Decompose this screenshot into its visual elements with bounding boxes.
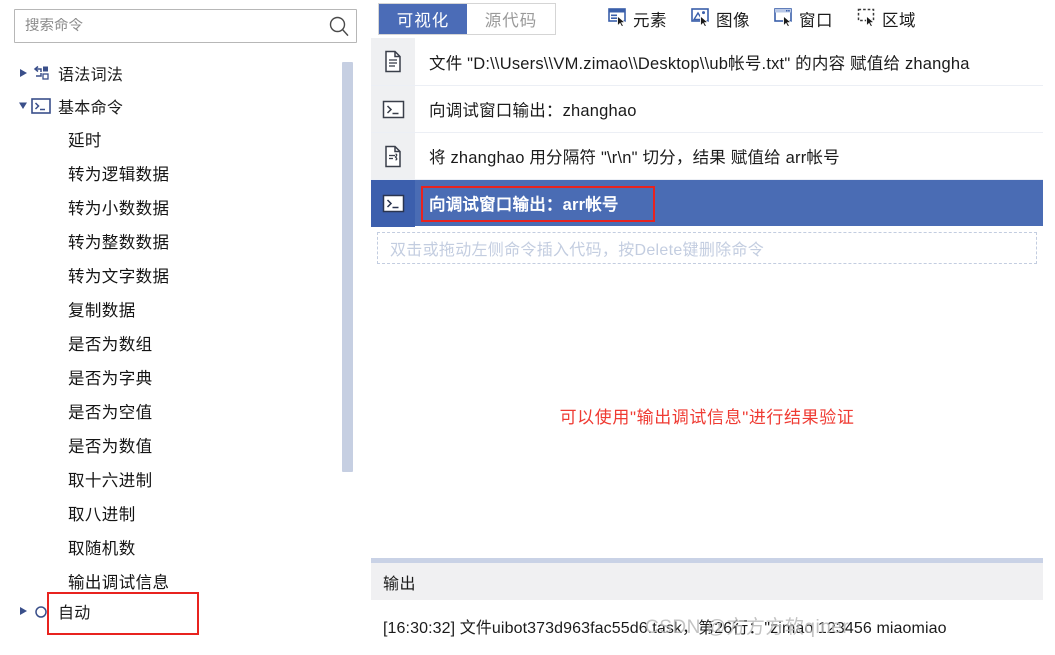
region-picker-icon bbox=[857, 7, 879, 32]
element-picker-icon bbox=[608, 7, 630, 32]
tool-window[interactable]: 窗口 bbox=[774, 7, 833, 32]
image-picker-icon bbox=[691, 7, 713, 32]
tree-item-output-debug-info[interactable]: 输出调试信息 bbox=[0, 564, 371, 598]
tree-item-label: 输出调试信息 bbox=[68, 574, 170, 592]
picker-tool-group: 元素 图像 窗口 区域 bbox=[608, 7, 916, 32]
tree-item-10[interactable]: 取十六进制 bbox=[0, 462, 371, 496]
tree-group-label: 基本命令 bbox=[58, 99, 124, 117]
tool-label: 元素 bbox=[633, 12, 667, 30]
search-box[interactable] bbox=[14, 9, 357, 43]
sidebar-scrollbar-thumb[interactable] bbox=[342, 62, 353, 472]
command-library-panel: 语法词法 基本命令 延时 bbox=[0, 0, 371, 655]
tree-item-11[interactable]: 取八进制 bbox=[0, 496, 371, 530]
console-icon bbox=[371, 85, 415, 133]
tree-item-label: 转为整数数据 bbox=[68, 234, 170, 252]
gear-icon bbox=[30, 603, 52, 619]
window-picker-icon bbox=[774, 7, 796, 32]
tool-region[interactable]: 区域 bbox=[857, 7, 916, 32]
tree-group-label: 语法词法 bbox=[58, 66, 124, 84]
app-root: 语法词法 基本命令 延时 bbox=[0, 0, 1055, 655]
annotation-text: 可以使用"输出调试信息"进行结果验证 bbox=[559, 408, 855, 427]
command-drop-zone[interactable]: 双击或拖动左侧命令插入代码，按Delete键删除命令 bbox=[377, 232, 1037, 264]
tree-item-label: 转为逻辑数据 bbox=[68, 166, 170, 184]
chevron-down-icon[interactable] bbox=[16, 101, 30, 110]
tree-group-grammar[interactable]: 语法词法 bbox=[0, 56, 371, 89]
output-panel-title: 输出 bbox=[383, 575, 417, 593]
command-row-text: 将 zhanghao 用分隔符 "\r\n" 切分，结果 赋值给 arr帐号 bbox=[429, 149, 840, 167]
chevron-right-icon[interactable] bbox=[16, 68, 30, 78]
tree-item-label: 是否为数组 bbox=[68, 336, 153, 354]
output-log-line: [16:30:32] 文件uibot373d963fac55d6.task，第2… bbox=[383, 620, 947, 637]
tool-label: 图像 bbox=[716, 12, 750, 30]
file-split-icon bbox=[371, 132, 415, 180]
editor-toolbar: 可视化 源代码 元素 图像 窗口 区域 bbox=[371, 0, 1043, 38]
command-tree[interactable]: 语法词法 基本命令 延时 转为逻辑数据 转为小数数据 转为整数数据 转为文字数据… bbox=[0, 56, 371, 655]
tool-label: 区域 bbox=[882, 12, 916, 30]
tree-item-label: 取八进制 bbox=[68, 506, 136, 524]
tree-group-basic-commands[interactable]: 基本命令 bbox=[0, 89, 371, 122]
tab-visual[interactable]: 可视化 bbox=[379, 4, 467, 34]
chevron-right-icon[interactable] bbox=[16, 606, 30, 616]
file-icon bbox=[371, 38, 415, 85]
tree-item-0[interactable]: 延时 bbox=[0, 122, 371, 156]
tree-item-label: 是否为数值 bbox=[68, 438, 153, 456]
command-row-3-selected[interactable]: 向调试窗口输出：arr帐号 bbox=[371, 179, 1043, 227]
tree-item-12[interactable]: 取随机数 bbox=[0, 530, 371, 564]
tree-item-label: 转为文字数据 bbox=[68, 268, 170, 286]
command-row-text: 向调试窗口输出：arr帐号 bbox=[429, 196, 619, 214]
tree-item-4[interactable]: 转为文字数据 bbox=[0, 258, 371, 292]
tool-label: 窗口 bbox=[799, 12, 833, 30]
command-list[interactable]: 文件 "D:\\Users\\VM.zimao\\Desktop\\ub帐号.t… bbox=[371, 38, 1043, 558]
command-row-0[interactable]: 文件 "D:\\Users\\VM.zimao\\Desktop\\ub帐号.t… bbox=[371, 38, 1043, 85]
tree-item-label: 取随机数 bbox=[68, 540, 136, 558]
search-icon[interactable] bbox=[322, 9, 356, 43]
command-row-text: 向调试窗口输出：zhanghao bbox=[429, 102, 637, 120]
tree-item-label: 是否为字典 bbox=[68, 370, 153, 388]
tree-item-8[interactable]: 是否为空值 bbox=[0, 394, 371, 428]
tree-item-label: 延时 bbox=[68, 132, 102, 150]
tree-group-partial[interactable]: 自动 bbox=[0, 598, 371, 624]
drop-zone-hint: 双击或拖动左侧命令插入代码，按Delete键删除命令 bbox=[390, 242, 765, 259]
command-row-1[interactable]: 向调试窗口输出：zhanghao bbox=[371, 85, 1043, 133]
tree-item-label: 取十六进制 bbox=[68, 472, 153, 490]
tree-item-6[interactable]: 是否为数组 bbox=[0, 326, 371, 360]
tree-group-label: 自动 bbox=[58, 605, 91, 622]
tree-item-label: 转为小数数据 bbox=[68, 200, 170, 218]
tree-item-5[interactable]: 复制数据 bbox=[0, 292, 371, 326]
flow-icon bbox=[30, 65, 52, 81]
tool-element[interactable]: 元素 bbox=[608, 7, 667, 32]
console-icon bbox=[30, 97, 52, 114]
output-panel-body[interactable]: [16:30:32] 文件uibot373d963fac55d6.task，第2… bbox=[371, 600, 1043, 655]
search-input[interactable] bbox=[15, 18, 322, 34]
tree-item-3[interactable]: 转为整数数据 bbox=[0, 224, 371, 258]
tree-item-label: 是否为空值 bbox=[68, 404, 153, 422]
console-icon bbox=[371, 179, 415, 227]
tree-item-label: 复制数据 bbox=[68, 302, 136, 320]
tree-item-7[interactable]: 是否为字典 bbox=[0, 360, 371, 394]
command-row-text: 文件 "D:\\Users\\VM.zimao\\Desktop\\ub帐号.t… bbox=[429, 54, 970, 73]
tree-item-2[interactable]: 转为小数数据 bbox=[0, 190, 371, 224]
tree-item-1[interactable]: 转为逻辑数据 bbox=[0, 156, 371, 190]
command-row-2[interactable]: 将 zhanghao 用分隔符 "\r\n" 切分，结果 赋值给 arr帐号 bbox=[371, 132, 1043, 180]
output-panel-header: 输出 bbox=[371, 563, 1043, 600]
tool-image[interactable]: 图像 bbox=[691, 7, 750, 32]
tree-item-9[interactable]: 是否为数值 bbox=[0, 428, 371, 462]
editor-panel: 可视化 源代码 元素 图像 窗口 区域 文件 "D:\\Users\\VM.zi… bbox=[371, 0, 1043, 655]
view-mode-switch[interactable]: 可视化 源代码 bbox=[378, 3, 556, 35]
tab-source-code[interactable]: 源代码 bbox=[467, 4, 555, 34]
